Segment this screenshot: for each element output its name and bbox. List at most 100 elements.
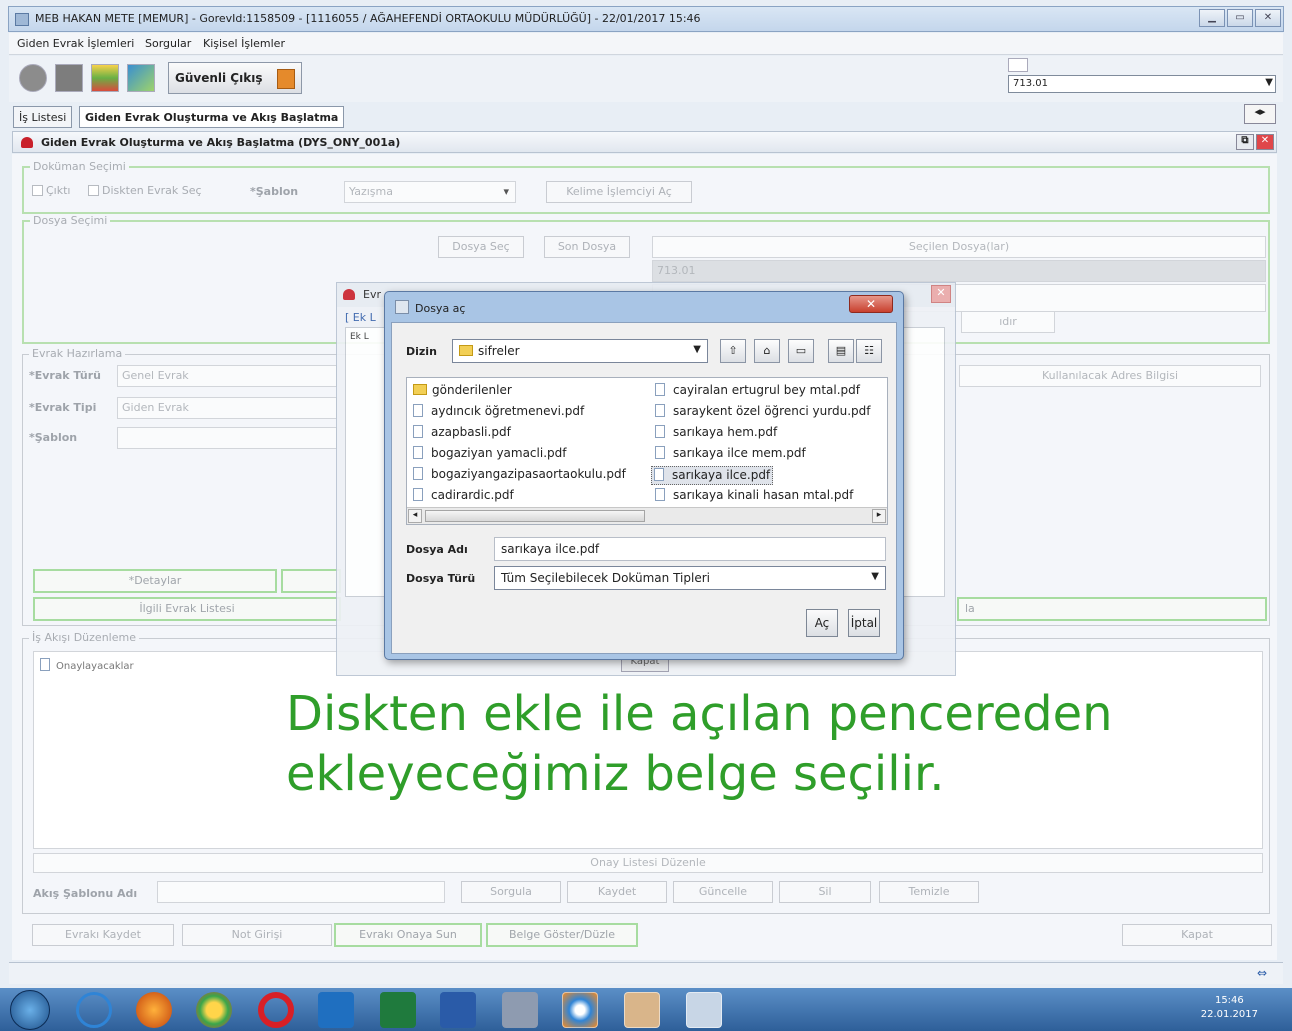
attachment-tab[interactable]: [ Ek L <box>345 311 376 324</box>
file-icon <box>413 446 423 459</box>
up-folder-icon[interactable]: ⇧ <box>720 339 746 363</box>
new-folder-icon[interactable]: ▭ <box>788 339 814 363</box>
close-window-button[interactable]: ✕ <box>1255 9 1281 27</box>
sablon-label: *Şablon <box>29 431 78 444</box>
details-button[interactable]: *Detaylar <box>33 569 277 593</box>
minimize-button[interactable]: ▁ <box>1199 9 1225 27</box>
sablon-field[interactable] <box>117 427 337 449</box>
ie-icon[interactable] <box>76 992 112 1028</box>
restore-form-button[interactable]: ⧉ <box>1236 134 1254 150</box>
partial-label-2[interactable]: la <box>957 597 1267 621</box>
list-item[interactable]: azapbasli.pdf <box>411 424 513 443</box>
safe-exit-label: Güvenli Çıkış <box>175 71 263 85</box>
show-document-button[interactable]: Belge Göster/Düzle <box>486 923 638 947</box>
safe-exit-button[interactable]: Güvenli Çıkış <box>168 62 302 94</box>
details-button-2[interactable] <box>281 569 341 593</box>
selected-file-row[interactable]: 713.01 <box>652 260 1266 282</box>
list-item[interactable]: sarıkaya hem.pdf <box>653 424 779 443</box>
chrome-icon[interactable] <box>196 992 232 1028</box>
record-icon[interactable] <box>19 64 47 92</box>
list-view-icon[interactable]: ▤ <box>828 339 854 363</box>
list-item[interactable]: gönderilenler <box>411 382 514 401</box>
evrak-turu-label: *Evrak Türü <box>29 369 101 382</box>
menu-giden-evrak[interactable]: Giden Evrak İşlemleri <box>17 37 134 50</box>
list-item[interactable]: bogaziyan yamacli.pdf <box>411 445 568 464</box>
attachment-dialog-close-icon[interactable]: ✕ <box>931 285 951 303</box>
list-item-selected[interactable]: sarıkaya ilce.pdf <box>651 466 774 485</box>
firefox-icon[interactable] <box>136 992 172 1028</box>
query-button[interactable]: Sorgula <box>461 881 561 903</box>
list-item[interactable]: sarıkaya ilce mem.pdf <box>653 445 808 464</box>
file-icon <box>413 488 423 501</box>
messages-icon[interactable] <box>127 64 155 92</box>
excel-icon[interactable] <box>380 992 416 1028</box>
check-disk[interactable]: Diskten Evrak Seç <box>88 184 202 197</box>
flow-template-name-input[interactable] <box>157 881 445 903</box>
menu-sorgular[interactable]: Sorgular <box>145 37 191 50</box>
update-button[interactable]: Güncelle <box>673 881 773 903</box>
chevron-down-icon: ▼ <box>871 571 879 582</box>
system-clock[interactable]: 15:46 22.01.2017 <box>1201 994 1258 1022</box>
close-form-bottom-button[interactable]: Kapat <box>1122 924 1272 946</box>
paint-icon[interactable] <box>686 992 722 1028</box>
menu-kisisel[interactable]: Kişisel İşlemler <box>203 37 285 50</box>
home-icon[interactable]: ⌂ <box>754 339 780 363</box>
related-documents-button[interactable]: İlgili Evrak Listesi <box>33 597 341 621</box>
chart-icon[interactable] <box>91 64 119 92</box>
clear-button[interactable]: Temizle <box>879 881 979 903</box>
opera-icon[interactable] <box>258 992 294 1028</box>
select-file-button[interactable]: Dosya Seç <box>438 236 524 258</box>
document-selection-legend: Doküman Seçimi <box>30 160 129 173</box>
list-item[interactable]: cayiralan ertugrul bey mtal.pdf <box>653 382 862 401</box>
exit-door-icon <box>277 69 295 89</box>
list-item[interactable]: aydıncık öğretmenevi.pdf <box>411 403 586 422</box>
save-document-button[interactable]: Evrakı Kaydet <box>32 924 174 946</box>
tab-is-listesi[interactable]: İş Listesi <box>13 106 73 128</box>
stop-icon[interactable] <box>55 64 83 92</box>
approval-list-edit[interactable]: Onay Listesi Düzenle <box>33 853 1263 873</box>
cancel-button[interactable]: İptal <box>848 609 880 637</box>
maximize-button[interactable]: ▭ <box>1227 9 1253 27</box>
word-icon[interactable] <box>440 992 476 1028</box>
word-processor-button[interactable]: Kelime İşlemciyi Aç <box>546 181 692 203</box>
approvers-root[interactable]: Onaylayacaklar <box>40 658 134 672</box>
filetype-combo[interactable]: Tüm Seçilebilecek Doküman Tipleri ▼ <box>494 566 886 590</box>
network-app-icon[interactable] <box>502 992 538 1028</box>
form-header: Giden Evrak Oluşturma ve Akış Başlatma (… <box>12 131 1277 153</box>
list-item[interactable]: bogaziyangazipasaortaokulu.pdf <box>411 466 628 485</box>
details-view-icon[interactable]: ☷ <box>856 339 882 363</box>
list-item[interactable]: saraykent özel öğrenci yurdu.pdf <box>653 403 872 422</box>
list-item[interactable]: sarıkaya kinali hasan mtal.pdf <box>653 487 855 506</box>
evrak-turu-field[interactable]: Genel Evrak <box>117 365 337 387</box>
save-flow-button[interactable]: Kaydet <box>567 881 667 903</box>
delete-button[interactable]: Sil <box>779 881 871 903</box>
filename-input[interactable]: sarıkaya ilce.pdf <box>494 537 886 561</box>
toolbar-mini-field[interactable] <box>1008 58 1028 72</box>
close-icon[interactable]: ✕ <box>849 295 893 313</box>
scroll-right-icon[interactable]: ▸ <box>872 509 886 523</box>
scroll-left-icon[interactable]: ◂ <box>408 509 422 523</box>
look-in-value: sifreler <box>478 344 520 358</box>
department-combo[interactable]: 713.01 ▼ <box>1008 75 1276 93</box>
close-form-button[interactable]: ✕ <box>1256 134 1274 150</box>
template-select[interactable]: Yazışma ▾ <box>344 181 516 203</box>
evrak-tipi-field[interactable]: Giden Evrak <box>117 397 337 419</box>
open-button[interactable]: Aç <box>806 609 838 637</box>
check-new[interactable]: Çıktı <box>32 184 70 197</box>
menu-bar: Giden Evrak İşlemleri Sorgular Kişisel İ… <box>9 33 1283 55</box>
start-button-icon[interactable] <box>10 990 50 1030</box>
java-app-icon[interactable] <box>624 992 660 1028</box>
scroll-thumb[interactable] <box>425 510 645 522</box>
submit-approval-button[interactable]: Evrakı Onaya Sun <box>334 923 482 947</box>
horizontal-scrollbar[interactable]: ◂ ▸ <box>407 507 887 524</box>
note-entry-button[interactable]: Not Girişi <box>182 924 332 946</box>
attachment-tree-root[interactable]: Ek L <box>350 332 369 342</box>
last-file-button[interactable]: Son Dosya <box>544 236 630 258</box>
tab-scroll-arrows[interactable]: ◂▸ <box>1244 104 1276 124</box>
teamviewer-icon[interactable] <box>562 992 598 1028</box>
outlook-icon[interactable] <box>318 992 354 1028</box>
tab-giden-evrak[interactable]: Giden Evrak Oluşturma ve Akış Başlatma <box>79 106 345 128</box>
open-file-dialog-title: Dosya aç <box>415 302 466 315</box>
look-in-combo[interactable]: sifreler ▼ <box>452 339 708 363</box>
list-item[interactable]: cadirardic.pdf <box>411 487 516 506</box>
